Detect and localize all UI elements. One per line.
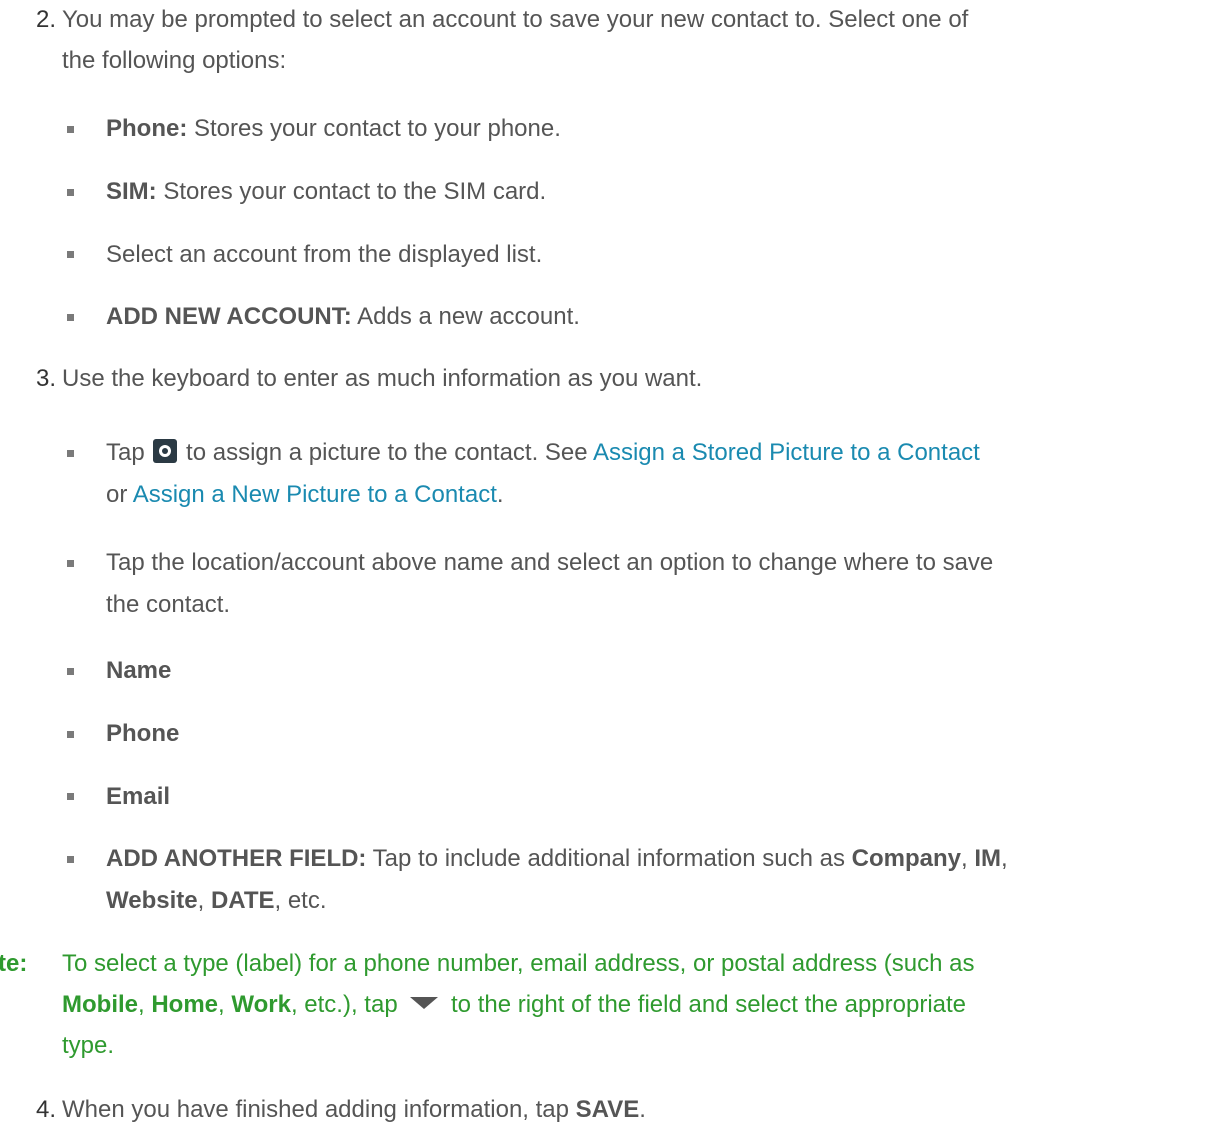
comma: , (197, 887, 211, 914)
step-3-text: Use the keyboard to enter as much inform… (62, 365, 703, 392)
location-instruction-line2: the contact. (106, 591, 231, 618)
note-line3: type. (62, 1032, 115, 1059)
dropdown-triangle-icon (410, 997, 439, 1009)
note-label-text: te: (0, 950, 28, 977)
im-label: IM (974, 845, 1002, 872)
note-line1: To select a type (label) for a phone num… (62, 950, 975, 977)
bullet-marker (67, 450, 74, 457)
picture-instruction-line2: or Assign a New Picture to a Contact. (106, 480, 504, 510)
comma: , (138, 991, 152, 1018)
option-label: Phone: (106, 115, 188, 142)
bullet-marker (67, 251, 74, 258)
company-label: Company (851, 845, 961, 872)
period: . (496, 481, 504, 508)
field-name: Name (106, 656, 171, 686)
location-instruction-line1: Tap the location/account above name and … (106, 549, 994, 576)
note-line2: Mobile, Home, Work, etc.), tap to the ri… (62, 990, 966, 1020)
comma: , (1001, 845, 1008, 872)
add-another-field-line2: Website, DATE, etc. (106, 886, 327, 916)
option-text: Stores your contact to the SIM card. (156, 178, 547, 205)
period: . (639, 1096, 646, 1123)
option-text: Adds a new account. (351, 303, 580, 330)
step-number-4: 4. (36, 1096, 57, 1123)
tap-text: Tap (106, 439, 145, 466)
option-add-new-account: ADD NEW ACCOUNT: Adds a new account. (106, 302, 580, 332)
mobile-label: Mobile (62, 991, 138, 1018)
bullet-marker (67, 856, 74, 863)
option-sim: SIM: Stores your contact to the SIM card… (106, 177, 546, 207)
option-text: Stores your contact to your phone. (187, 115, 561, 142)
add-another-field-line1: ADD ANOTHER FIELD: Tap to include additi… (106, 844, 1008, 874)
bullet-marker (67, 314, 74, 321)
bullet-marker (67, 560, 74, 567)
comma: , (961, 845, 975, 872)
field-label: Phone (106, 720, 180, 747)
work-label: Work (231, 991, 291, 1018)
option-select-account: Select an account from the displayed lis… (106, 241, 543, 268)
link-assign-new-picture[interactable]: Assign a New Picture to a Contact (133, 481, 497, 508)
field-label: Email (106, 783, 171, 810)
option-phone: Phone: Stores your contact to your phone… (106, 114, 561, 144)
bullet-marker (67, 189, 74, 196)
picture-text: to assign a picture to the contact. See (186, 439, 588, 466)
save-label: SAVE (575, 1096, 640, 1123)
step-2-text-line1: You may be prompted to select an account… (62, 6, 969, 33)
option-label: SIM: (106, 178, 157, 205)
step-2-text-line2: the following options: (62, 47, 287, 74)
note-label: te: (0, 949, 27, 979)
bullet-marker (67, 793, 74, 800)
etc-text: , etc. (274, 887, 327, 914)
step-4-text: When you have finished adding informatio… (62, 1095, 646, 1125)
add-another-field-text: Tap to include additional information su… (366, 845, 852, 872)
or-text: or (106, 481, 128, 508)
bullet-marker (67, 731, 74, 738)
link-assign-stored-picture[interactable]: Assign a Stored Picture to a Contact (593, 439, 980, 466)
comma: , (218, 991, 232, 1018)
add-another-field-label: ADD ANOTHER FIELD: (106, 845, 367, 872)
step-number-2: 2. (36, 6, 57, 33)
home-label: Home (151, 991, 219, 1018)
field-label: Name (106, 657, 172, 684)
camera-icon (153, 439, 178, 463)
bullet-marker (67, 668, 74, 675)
option-label: ADD NEW ACCOUNT: (106, 303, 352, 330)
website-label: Website (106, 887, 198, 914)
note-after-icon-text: to the right of the field and select the… (451, 991, 967, 1018)
field-email: Email (106, 782, 170, 812)
step-4-text-body: When you have finished adding informatio… (62, 1096, 576, 1123)
field-phone: Phone (106, 719, 179, 749)
date-label: DATE (210, 887, 275, 914)
step-number-3: 3. (36, 365, 57, 392)
bullet-marker (67, 126, 74, 133)
etc-tap-text: , etc.), tap (290, 991, 398, 1018)
picture-instruction-line1: Tap to assign a picture to the contact. … (106, 438, 980, 468)
